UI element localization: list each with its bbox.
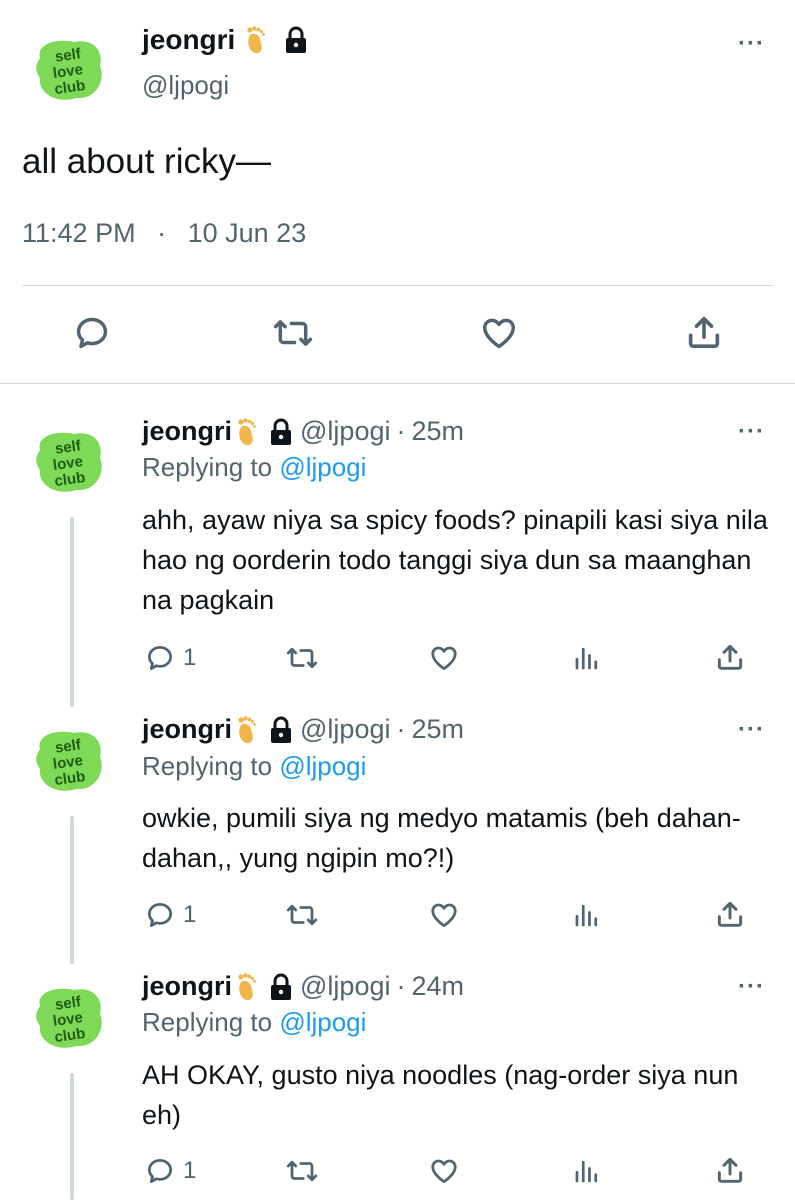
reply-header[interactable]: jeongri @ljpogi · 25m: [142, 416, 464, 447]
reply-age[interactable]: 25m: [411, 416, 464, 447]
author-handle[interactable]: @ljpogi: [300, 416, 390, 447]
display-name[interactable]: jeongri: [142, 416, 232, 447]
thread-line: [70, 1073, 74, 1200]
replying-label: Replying to: [142, 751, 273, 781]
reply-count: 1: [183, 901, 197, 928]
like-button[interactable]: [428, 1156, 460, 1186]
lock-icon: [284, 26, 308, 54]
like-button[interactable]: [428, 900, 460, 930]
reply-count: 1: [183, 644, 197, 671]
replying-label: Replying to: [142, 1007, 273, 1037]
more-icon[interactable]: ···: [738, 973, 765, 1001]
retweet-icon: [286, 904, 318, 926]
tweet-date: 10 Jun 23: [187, 218, 307, 248]
views-button[interactable]: [572, 1156, 602, 1186]
views-button[interactable]: [572, 643, 602, 673]
mention-link[interactable]: @ljpogi: [279, 452, 366, 482]
replying-to: Replying to @ljpogi: [142, 751, 366, 782]
like-button[interactable]: [428, 643, 460, 673]
retweet-button[interactable]: [285, 900, 319, 930]
retweet-button[interactable]: [285, 1156, 319, 1186]
reply-icon: [76, 317, 108, 349]
reply-icon: [148, 1159, 172, 1183]
thread-line: [70, 517, 74, 707]
retweet-icon: [286, 647, 318, 669]
share-icon: [717, 644, 743, 670]
foot-emoji-icon: [247, 26, 266, 54]
avatar[interactable]: [34, 428, 102, 496]
tweet-timestamp[interactable]: 11:42 PM · 10 Jun 23: [22, 218, 306, 249]
author-handle[interactable]: @ljpogi: [300, 971, 390, 1002]
mention-link[interactable]: @ljpogi: [279, 751, 366, 781]
separator: ·: [396, 416, 406, 446]
replying-to: Replying to @ljpogi: [142, 1007, 366, 1038]
reply-text: AH OKAY, gusto niya noodles (nag-order s…: [142, 1060, 739, 1130]
reply-icon: [148, 646, 172, 670]
views-icon: [575, 1160, 598, 1183]
share-icon: [717, 901, 743, 927]
views-icon: [575, 647, 598, 670]
reply-button[interactable]: [73, 314, 111, 352]
reply-text: owkie, pumili siya ng medyo matamis (beh…: [142, 803, 741, 873]
foot-emoji-icon: [238, 972, 256, 1000]
like-icon: [431, 903, 457, 927]
lock-icon: [269, 418, 293, 446]
thread-line: [70, 816, 74, 964]
reply-age[interactable]: 25m: [411, 714, 464, 745]
views-icon: [575, 904, 598, 927]
separator: ·: [157, 218, 167, 248]
author-name[interactable]: jeongri: [142, 24, 309, 56]
display-name[interactable]: jeongri: [142, 714, 232, 745]
reply-text: ahh, ayaw niya sa spicy foods? pinapili …: [142, 505, 768, 615]
avatar[interactable]: [34, 984, 102, 1052]
display-name[interactable]: jeongri: [142, 24, 235, 56]
share-icon: [717, 1157, 743, 1183]
replying-to: Replying to @ljpogi: [142, 452, 366, 483]
reply-button[interactable]: 1: [145, 1156, 196, 1186]
lock-icon: [269, 716, 293, 744]
author-handle[interactable]: @ljpogi: [300, 714, 390, 745]
share-button[interactable]: [684, 312, 724, 352]
display-name[interactable]: jeongri: [142, 971, 232, 1002]
share-icon: [688, 316, 720, 348]
divider: [22, 285, 773, 286]
separator: ·: [396, 714, 406, 744]
share-button[interactable]: [714, 641, 746, 673]
more-icon[interactable]: ···: [738, 716, 765, 744]
foot-emoji-icon: [238, 417, 256, 445]
retweet-icon: [273, 320, 313, 346]
lock-icon: [269, 973, 293, 1001]
avatar[interactable]: [34, 727, 102, 795]
retweet-icon: [286, 1160, 318, 1182]
tweet-text: all about ricky—: [22, 142, 271, 181]
reply-header[interactable]: jeongri @ljpogi · 25m: [142, 714, 464, 745]
like-icon: [431, 1159, 457, 1183]
mention-link[interactable]: @ljpogi: [279, 1007, 366, 1037]
more-icon[interactable]: ···: [738, 30, 765, 58]
retweet-button[interactable]: [285, 643, 319, 673]
avatar[interactable]: [34, 36, 102, 104]
foot-emoji-icon: [238, 715, 256, 743]
like-icon: [483, 318, 515, 349]
like-button[interactable]: [479, 314, 519, 352]
reply-button[interactable]: 1: [145, 900, 196, 930]
divider: [0, 383, 795, 384]
reply-icon: [148, 903, 172, 927]
separator: ·: [396, 971, 406, 1001]
tweet-time: 11:42 PM: [22, 218, 136, 248]
reply-count: 1: [183, 1157, 197, 1184]
share-button[interactable]: [714, 898, 746, 930]
reply-button[interactable]: 1: [145, 643, 196, 673]
like-icon: [431, 646, 457, 670]
replying-label: Replying to: [142, 452, 273, 482]
views-button[interactable]: [572, 900, 602, 930]
share-button[interactable]: [714, 1154, 746, 1186]
reply-age[interactable]: 24m: [411, 971, 464, 1002]
author-handle[interactable]: @ljpogi: [142, 70, 229, 101]
retweet-button[interactable]: [272, 314, 314, 352]
reply-header[interactable]: jeongri @ljpogi · 24m: [142, 971, 464, 1002]
more-icon[interactable]: ···: [738, 418, 765, 446]
